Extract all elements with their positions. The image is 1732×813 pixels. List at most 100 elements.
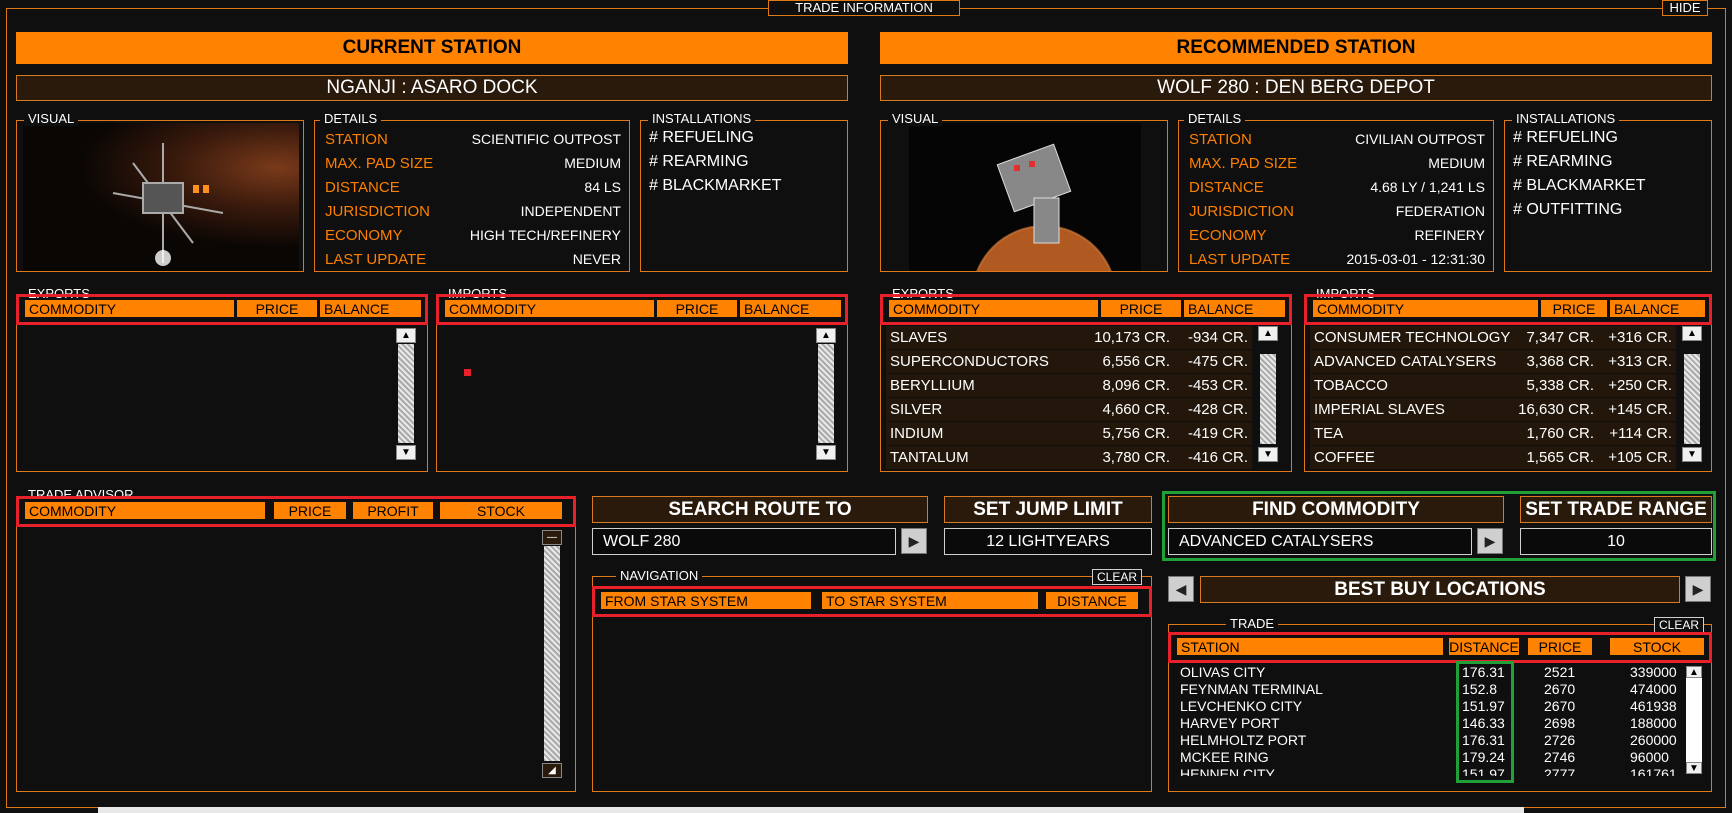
table-row[interactable]: TANTALUM 3,780 CR. -416 CR.: [886, 446, 1252, 469]
current-imports-scrollbar[interactable]: ▲ ▼: [816, 328, 836, 460]
trade-scrollbar[interactable]: ▲ ▼: [1686, 666, 1702, 774]
cell-commodity: SILVER: [890, 401, 943, 418]
col-balance[interactable]: BALANCE: [740, 300, 841, 317]
current-station-header: CURRENT STATION: [16, 32, 848, 64]
trade-advisor-scrollbar[interactable]: — ◢: [542, 530, 562, 778]
scroll-up-icon[interactable]: —: [542, 530, 562, 545]
find-commodity-input[interactable]: ADVANCED CATALYSERS: [1168, 528, 1472, 555]
scroll-down-icon[interactable]: ▼: [1686, 762, 1702, 774]
col-price[interactable]: PRICE: [237, 300, 317, 317]
col-balance[interactable]: BALANCE: [1610, 300, 1705, 317]
cell-balance: -475 CR.: [1187, 353, 1248, 370]
col-distance[interactable]: DISTANCE: [1449, 638, 1519, 655]
jump-limit-input[interactable]: 12 LIGHTYEARS: [944, 528, 1152, 555]
detail-value: INDEPENDENT: [520, 203, 621, 219]
col-commodity[interactable]: COMMODITY: [1313, 300, 1538, 317]
col-commodity[interactable]: COMMODITY: [25, 300, 234, 317]
table-row[interactable]: ADVANCED CATALYSERS 3,368 CR. +313 CR.: [1310, 350, 1676, 373]
find-commodity-go-icon[interactable]: ▶: [1477, 528, 1503, 554]
col-station[interactable]: STATION: [1177, 638, 1443, 655]
col-commodity[interactable]: COMMODITY: [25, 502, 265, 519]
table-row[interactable]: IMPERIAL SLAVES 16,630 CR. +145 CR.: [1310, 398, 1676, 421]
cell-price: 2726: [1544, 732, 1576, 748]
table-row[interactable]: HARVEY PORT 146.33 2698 188000: [1176, 715, 1684, 732]
scroll-up-icon[interactable]: ▲: [1258, 326, 1278, 341]
scroll-thumb[interactable]: [544, 546, 560, 761]
col-price[interactable]: PRICE: [274, 502, 346, 519]
col-balance[interactable]: BALANCE: [1184, 300, 1285, 317]
col-commodity[interactable]: COMMODITY: [889, 300, 1098, 317]
recommended-imports-scrollbar[interactable]: ▲ ▼: [1682, 326, 1702, 462]
table-row[interactable]: SUPERCONDUCTORS 6,556 CR. -475 CR.: [886, 350, 1252, 373]
table-row[interactable]: SILVER 4,660 CR. -428 CR.: [886, 398, 1252, 421]
col-price[interactable]: PRICE: [1101, 300, 1181, 317]
scroll-thumb[interactable]: [818, 344, 834, 443]
col-price[interactable]: PRICE: [1541, 300, 1607, 317]
trade-clear-button[interactable]: CLEAR: [1654, 617, 1705, 633]
detail-value: 84 LS: [584, 179, 621, 195]
col-stock[interactable]: STOCK: [1610, 638, 1704, 655]
table-row[interactable]: TOBACCO 5,338 CR. +250 CR.: [1310, 374, 1676, 397]
table-row[interactable]: SLAVES 10,173 CR. -934 CR.: [886, 326, 1252, 349]
table-row[interactable]: INDIUM 5,756 CR. -419 CR.: [886, 422, 1252, 445]
search-route-input[interactable]: WOLF 280: [592, 528, 896, 555]
scroll-thumb[interactable]: [398, 344, 414, 443]
set-jump-limit-button[interactable]: SET JUMP LIMIT: [944, 496, 1152, 523]
col-to-star-system[interactable]: TO STAR SYSTEM: [822, 592, 1038, 609]
search-route-go-icon[interactable]: ▶: [901, 528, 927, 554]
cell-stock: 161761: [1630, 766, 1677, 776]
col-price[interactable]: PRICE: [1528, 638, 1592, 655]
hide-button[interactable]: HIDE: [1662, 0, 1708, 16]
table-row[interactable]: LEVCHENKO CITY 151.97 2670 461938: [1176, 698, 1684, 715]
col-balance[interactable]: BALANCE: [320, 300, 421, 317]
recommended-exports-scrollbar[interactable]: ▲ ▼: [1258, 326, 1278, 462]
scroll-up-icon[interactable]: ▲: [1682, 326, 1702, 341]
cell-distance: 146.33: [1462, 715, 1505, 731]
navigation-clear-button[interactable]: CLEAR: [1092, 569, 1143, 585]
table-row[interactable]: HENNEN CITY 151.97 2777 161761: [1176, 766, 1684, 776]
table-row[interactable]: TEA 1,760 CR. +114 CR.: [1310, 422, 1676, 445]
scroll-up-icon[interactable]: ▲: [816, 328, 836, 343]
scroll-down-icon[interactable]: ▼: [816, 445, 836, 460]
set-trade-range-button[interactable]: SET TRADE RANGE: [1520, 496, 1712, 523]
installation-item: # REARMING: [1513, 153, 1613, 170]
cell-stock: 474000: [1630, 681, 1677, 697]
col-distance[interactable]: DISTANCE: [1046, 592, 1138, 609]
table-row[interactable]: BERYLLIUM 8,096 CR. -453 CR.: [886, 374, 1252, 397]
detail-value: MEDIUM: [1428, 155, 1485, 171]
trade-range-input[interactable]: 10: [1520, 528, 1712, 555]
search-route-button[interactable]: SEARCH ROUTE TO: [592, 496, 928, 523]
window-title: TRADE INFORMATION: [768, 0, 960, 16]
scroll-thumb[interactable]: [1260, 354, 1276, 444]
find-commodity-button[interactable]: FIND COMMODITY: [1168, 496, 1504, 523]
scroll-down-icon[interactable]: ▼: [396, 445, 416, 460]
prev-icon[interactable]: ◀: [1168, 576, 1194, 602]
cell-station: HELMHOLTZ PORT: [1180, 732, 1307, 748]
col-from-star-system[interactable]: FROM STAR SYSTEM: [601, 592, 811, 609]
detail-value: NEVER: [572, 251, 621, 267]
table-row[interactable]: CONSUMER TECHNOLOGY 7,347 CR. +316 CR.: [1310, 326, 1676, 349]
navigation-header: FROM STAR SYSTEM TO STAR SYSTEM DISTANCE: [592, 586, 1152, 617]
table-row[interactable]: HELMHOLTZ PORT 176.31 2726 260000: [1176, 732, 1684, 749]
scroll-thumb[interactable]: [1684, 354, 1700, 444]
station-image: [23, 123, 299, 271]
scroll-down-icon[interactable]: ▼: [1682, 447, 1702, 462]
recommended-exports-header: COMMODITY PRICE BALANCE: [880, 294, 1292, 325]
recommended-visual-panel: [880, 120, 1168, 272]
table-row[interactable]: MCKEE RING 179.24 2746 96000: [1176, 749, 1684, 766]
cell-stock: 461938: [1630, 698, 1677, 714]
table-row[interactable]: OLIVAS CITY 176.31 2521 339000: [1176, 664, 1684, 681]
scroll-up-icon[interactable]: ▲: [1686, 666, 1702, 678]
next-icon[interactable]: ▶: [1685, 576, 1711, 602]
scroll-up-icon[interactable]: ▲: [396, 328, 416, 343]
col-commodity[interactable]: COMMODITY: [445, 300, 654, 317]
table-row[interactable]: FEYNMAN TERMINAL 152.8 2670 474000: [1176, 681, 1684, 698]
col-stock[interactable]: STOCK: [440, 502, 562, 519]
scroll-down-icon[interactable]: ◢: [542, 763, 562, 778]
table-row[interactable]: COFFEE 1,565 CR. +105 CR.: [1310, 446, 1676, 469]
current-exports-scrollbar[interactable]: ▲ ▼: [396, 328, 416, 460]
detail-value: 4.68 LY / 1,241 LS: [1370, 179, 1485, 195]
col-profit[interactable]: PROFIT: [353, 502, 433, 519]
scroll-down-icon[interactable]: ▼: [1258, 447, 1278, 462]
col-price[interactable]: PRICE: [657, 300, 737, 317]
